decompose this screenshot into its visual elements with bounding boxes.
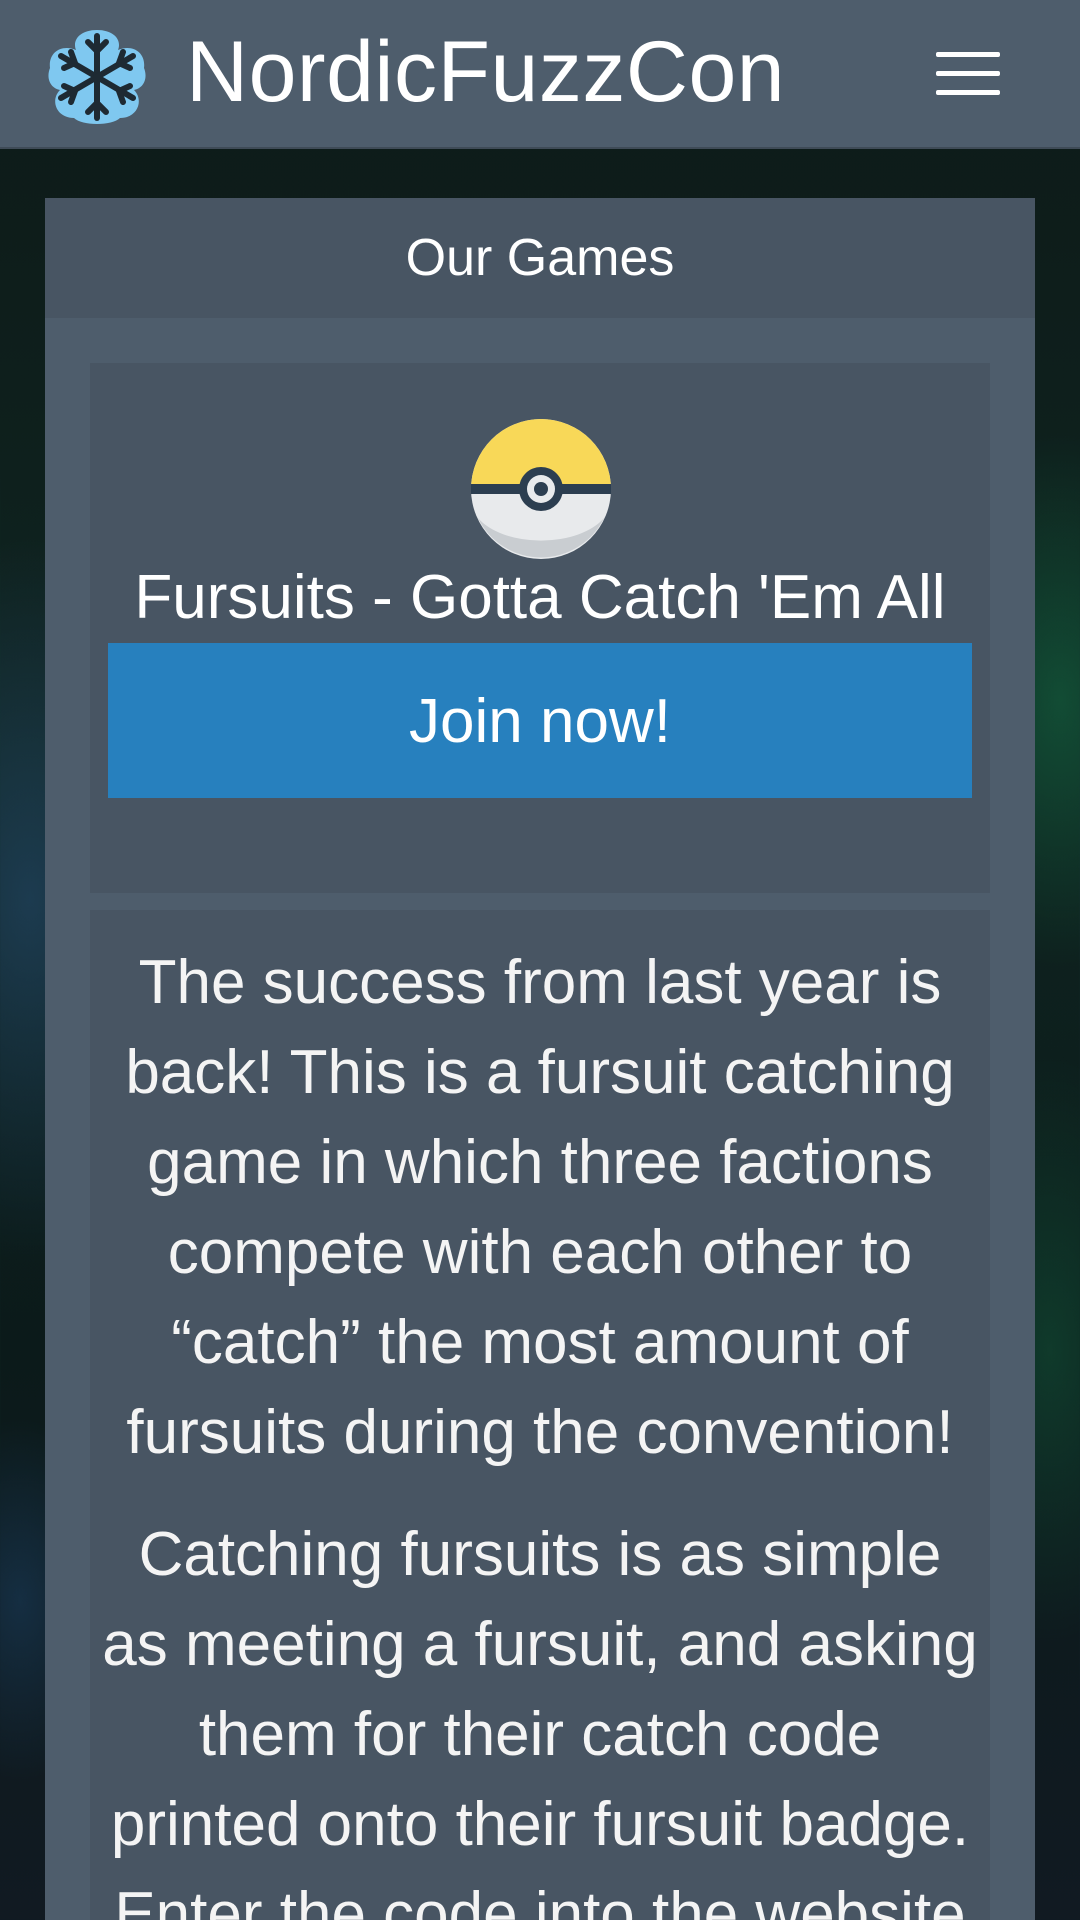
snowflake-icon[interactable] [44, 26, 150, 126]
description-paragraph: Catching fursuits is as simple as meetin… [102, 1520, 978, 1920]
hamburger-menu-icon[interactable] [926, 46, 1012, 102]
pokeball-icon [470, 418, 612, 560]
games-card: Our Games Fursuits - Gotta Catch 'Em All… [45, 198, 1035, 1920]
card-title: Our Games [45, 198, 1035, 318]
join-now-button[interactable]: Join now! [108, 643, 972, 798]
site-title[interactable]: NordicFuzzCon [186, 22, 785, 122]
navbar: NordicFuzzCon [0, 0, 1080, 149]
game-description: The success from last year is back! This… [90, 910, 990, 1920]
description-paragraph: The success from last year is back! This… [125, 948, 955, 1467]
game-title: Fursuits - Gotta Catch 'Em All [134, 563, 946, 632]
game-panel: Fursuits - Gotta Catch 'Em All Join now! [90, 363, 990, 893]
